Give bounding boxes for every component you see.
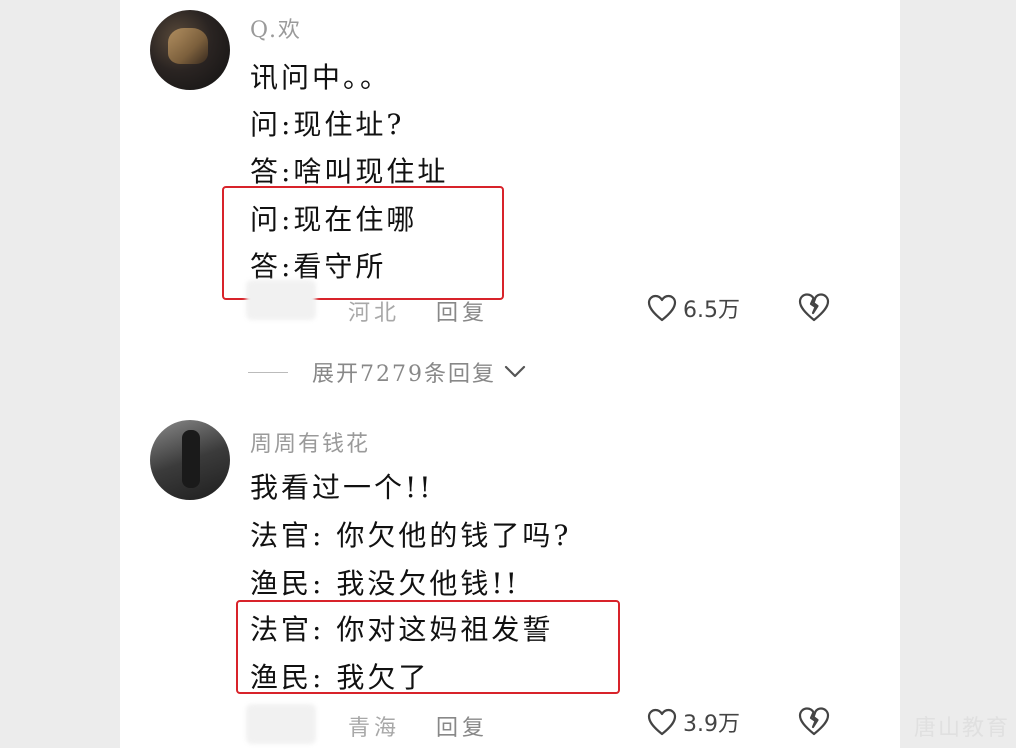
watermark: 唐山教育 <box>913 716 1010 741</box>
comment-line: 问:现住址? <box>250 108 405 141</box>
reply-button[interactable]: 回复 <box>436 716 488 741</box>
dislike-button[interactable] <box>798 706 830 736</box>
comment-line: 答:啥叫现住址 <box>250 155 449 188</box>
comment-line: 我看过一个!! <box>250 471 434 504</box>
chevron-down-icon <box>504 360 526 385</box>
like-count: 6.5万 <box>683 298 740 323</box>
broken-heart-icon <box>798 292 830 322</box>
blurred-timestamp <box>246 280 316 320</box>
comment-item: 周周有钱花 我看过一个!! 法官: 你欠他的钱了吗? 渔民: 我没欠他钱!! 法… <box>150 420 870 748</box>
comment-item: Q.欢 讯问中。。 问:现住址? 答:啥叫现住址 问:现在住哪 答:看守所 河北… <box>150 0 870 400</box>
divider-dash <box>248 371 288 373</box>
comment-panel: Q.欢 讯问中。。 问:现住址? 答:啥叫现住址 问:现在住哪 答:看守所 河北… <box>120 0 900 748</box>
heart-outline-icon <box>647 294 677 322</box>
broken-heart-icon <box>798 706 830 736</box>
heart-outline-icon <box>647 708 677 736</box>
comment-username[interactable]: Q.欢 <box>250 12 302 44</box>
avatar[interactable] <box>150 10 230 90</box>
like-button[interactable]: 6.5万 <box>647 292 740 324</box>
location-label: 河北 <box>348 301 401 326</box>
location-label: 青海 <box>348 716 401 741</box>
like-button[interactable]: 3.9万 <box>647 706 740 738</box>
comment-line: 渔民: 我没欠他钱!! <box>250 567 520 600</box>
like-count: 3.9万 <box>683 712 740 737</box>
highlight-box <box>236 600 620 694</box>
comment-line: 讯问中。。 <box>250 61 392 94</box>
dislike-button[interactable] <box>798 292 830 322</box>
comment-line: 法官: 你欠他的钱了吗? <box>250 519 572 552</box>
expand-replies-button[interactable]: 展开7279条回复 <box>248 356 526 388</box>
reply-button[interactable]: 回复 <box>436 301 488 326</box>
comment-meta: 河北 回复 <box>348 295 488 327</box>
comment-meta: 青海 回复 <box>348 710 488 742</box>
blurred-timestamp <box>246 704 316 744</box>
avatar[interactable] <box>150 420 230 500</box>
comment-username[interactable]: 周周有钱花 <box>250 426 370 458</box>
expand-replies-label: 展开7279条回复 <box>312 362 496 387</box>
